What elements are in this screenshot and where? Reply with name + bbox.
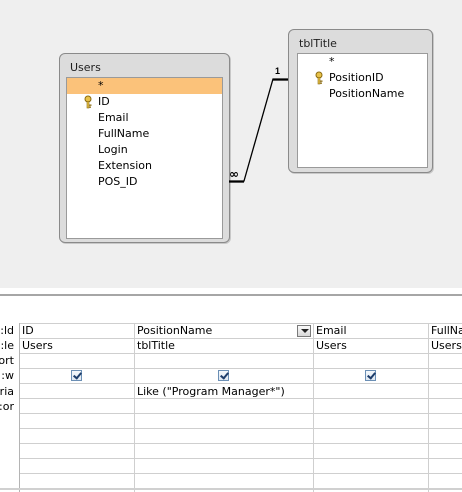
grid-row-label: le: [0, 339, 14, 352]
grid-cell-show[interactable] [428, 368, 462, 383]
relationship-join-line[interactable]: 1 ∞ [0, 0, 462, 288]
grid-cell-sort[interactable] [313, 354, 428, 368]
grid-row-label: w: [1, 369, 14, 382]
query-design-diagram-pane[interactable]: Users * ID Email FullName Login Extension POS_… [0, 0, 462, 288]
grid-cell-table[interactable]: Users [313, 339, 428, 353]
grid-cell-or[interactable] [313, 400, 428, 414]
grid-cell-field[interactable]: ID [19, 324, 134, 338]
grid-cell-show[interactable] [313, 368, 428, 383]
grid-cell-criteria[interactable] [428, 385, 462, 399]
grid-cell-criteria[interactable]: Like ("Program Manager*") [134, 385, 313, 399]
grid-row-label: ld: [0, 324, 14, 337]
grid-cell-criteria[interactable] [19, 385, 134, 399]
grid-cell-field[interactable]: PositionName [134, 324, 313, 338]
grid-cell-or[interactable] [134, 400, 313, 414]
grid-cell-show[interactable] [19, 368, 134, 383]
show-checkbox[interactable] [365, 370, 376, 381]
grid-cell-field[interactable]: Email [313, 324, 428, 338]
grid-cell-or[interactable] [19, 400, 134, 414]
grid-cell-table[interactable]: Users [19, 339, 134, 353]
grid-cell-show[interactable] [134, 368, 313, 383]
grid-row-label: or: [0, 400, 14, 413]
grid-cell-sort[interactable] [428, 354, 462, 368]
grid-cell-or[interactable] [428, 400, 462, 414]
field-dropdown-button[interactable] [297, 325, 311, 337]
relationship-many-label: ∞ [229, 167, 239, 181]
grid-cell-sort[interactable] [134, 354, 313, 368]
grid-cell-table[interactable]: Users [428, 339, 462, 353]
grid-cell-sort[interactable] [19, 354, 134, 368]
show-checkbox[interactable] [218, 370, 229, 381]
grid-row-label: ort: [0, 354, 14, 367]
grid-cell-criteria[interactable] [313, 385, 428, 399]
grid-row-label: ria: [0, 385, 14, 398]
show-checkbox[interactable] [71, 370, 82, 381]
grid-cell-field[interactable]: FullNa [428, 324, 462, 338]
grid-cell-table[interactable]: tblTitle [134, 339, 313, 353]
query-design-grid[interactable]: ld:le:ort:w:ria:or:IDUsersPositionNametb… [0, 294, 462, 492]
relationship-one-label: 1 [275, 66, 280, 76]
